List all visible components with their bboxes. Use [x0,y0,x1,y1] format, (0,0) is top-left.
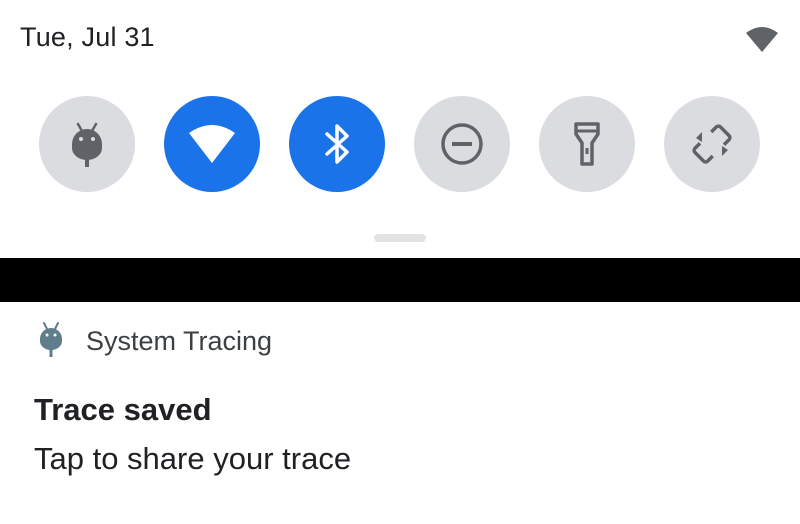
wifi-icon [745,25,779,53]
tile-do-not-disturb[interactable] [414,96,510,192]
android-bug-icon [38,321,64,362]
notification-title: Trace saved [34,392,212,427]
quick-settings-panel: Tue, Jul 31 [0,0,800,258]
flashlight-icon [572,121,602,167]
drag-handle[interactable] [374,234,426,242]
tile-bluetooth[interactable] [289,96,385,192]
divider-bar [0,258,800,302]
notification-card[interactable]: System Tracing Trace saved Tap to share … [0,302,800,524]
tile-wifi[interactable] [164,96,260,192]
do-not-disturb-icon [439,121,485,167]
tile-developer-tracing[interactable] [39,96,135,192]
auto-rotate-icon [688,120,736,168]
notification-app-name: System Tracing [86,325,273,356]
tile-auto-rotate[interactable] [664,96,760,192]
android-bug-icon [67,120,107,168]
wifi-icon [187,123,237,165]
notification-header: System Tracing [38,321,273,362]
bluetooth-icon [321,122,353,166]
tile-flashlight[interactable] [539,96,635,192]
quick-settings-tiles [0,96,800,192]
date-label: Tue, Jul 31 [20,22,155,52]
notification-text: Tap to share your trace [34,441,352,476]
